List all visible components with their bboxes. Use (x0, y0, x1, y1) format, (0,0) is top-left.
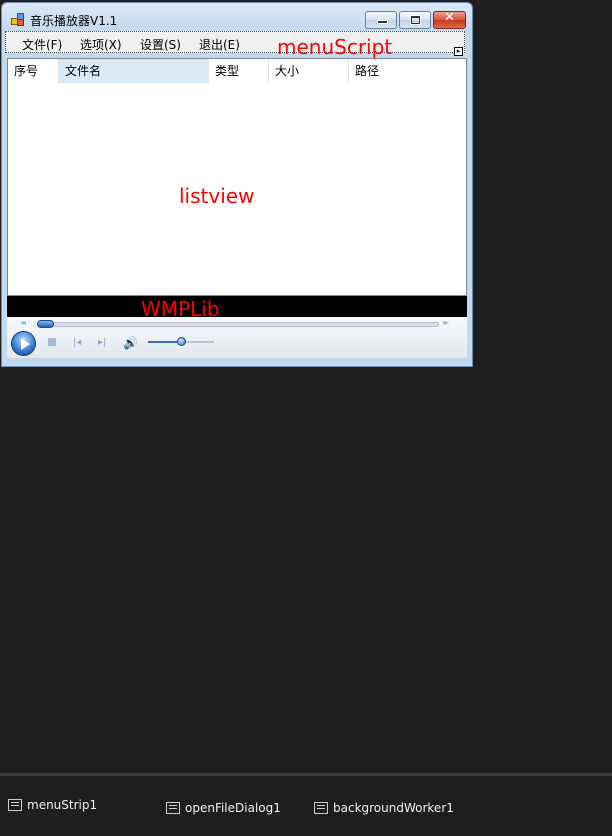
previous-icon[interactable]: |◂ (73, 337, 81, 348)
tray-label: openFileDialog1 (185, 801, 281, 815)
menu-options[interactable]: 选项(X) (80, 36, 122, 53)
maximize-icon (411, 16, 420, 24)
menu-strip: 文件(F) 选项(X) 设置(S) 退出(E) ▸ (5, 31, 465, 56)
menu-exit[interactable]: 退出(E) (199, 36, 240, 53)
app-icon (11, 13, 25, 26)
volume-icon[interactable]: 🔊 (123, 336, 138, 350)
menustrip-icon (8, 799, 22, 811)
close-icon: ✕ (444, 10, 455, 25)
seek-thumb[interactable] (37, 320, 54, 328)
play-button[interactable] (11, 331, 36, 356)
file-list-view[interactable]: 序号 文件名 类型 大小 路径 (7, 58, 467, 296)
video-area[interactable] (7, 296, 467, 317)
column-header-size[interactable]: 大小 (269, 59, 349, 83)
window-title: 音乐播放器V1.1 (30, 14, 118, 28)
tray-label: backgroundWorker1 (333, 801, 454, 815)
annotation-player: WMPLib (141, 297, 220, 321)
tray-divider (0, 773, 612, 776)
worker-icon (314, 802, 328, 814)
smart-tag-icon[interactable]: ▸ (454, 47, 463, 56)
menu-settings[interactable]: 设置(S) (140, 36, 181, 53)
column-header-index[interactable]: 序号 (8, 59, 59, 83)
tray-label: menuStrip1 (27, 798, 98, 812)
maximize-button[interactable] (399, 11, 431, 29)
annotation-menu: menuScript (277, 35, 393, 59)
media-player: ◂◂ ▸▸ |◂ ▸| 🔊 (7, 296, 467, 358)
volume-slider[interactable] (148, 337, 214, 346)
minimize-icon (377, 20, 388, 24)
stop-button[interactable] (48, 338, 56, 346)
annotation-listview: listview (179, 184, 255, 208)
column-header-type[interactable]: 类型 (209, 59, 269, 83)
dialog-icon (166, 802, 180, 814)
menu-file[interactable]: 文件(F) (22, 36, 62, 53)
list-header: 序号 文件名 类型 大小 路径 (8, 59, 466, 83)
player-controls: ◂◂ ▸▸ |◂ ▸| 🔊 (7, 317, 467, 358)
title-bar[interactable]: 音乐播放器V1.1 ✕ (2, 3, 472, 31)
column-header-path[interactable]: 路径 (349, 59, 466, 83)
fast-forward-icon[interactable]: ▸▸ (443, 318, 449, 327)
column-header-filename[interactable]: 文件名 (59, 59, 209, 83)
rewind-icon[interactable]: ◂◂ (20, 318, 26, 327)
volume-thumb[interactable] (177, 337, 186, 346)
minimize-button[interactable] (365, 11, 397, 29)
next-icon[interactable]: ▸| (98, 337, 106, 348)
seek-bar[interactable] (37, 322, 439, 327)
close-button[interactable]: ✕ (433, 10, 466, 29)
